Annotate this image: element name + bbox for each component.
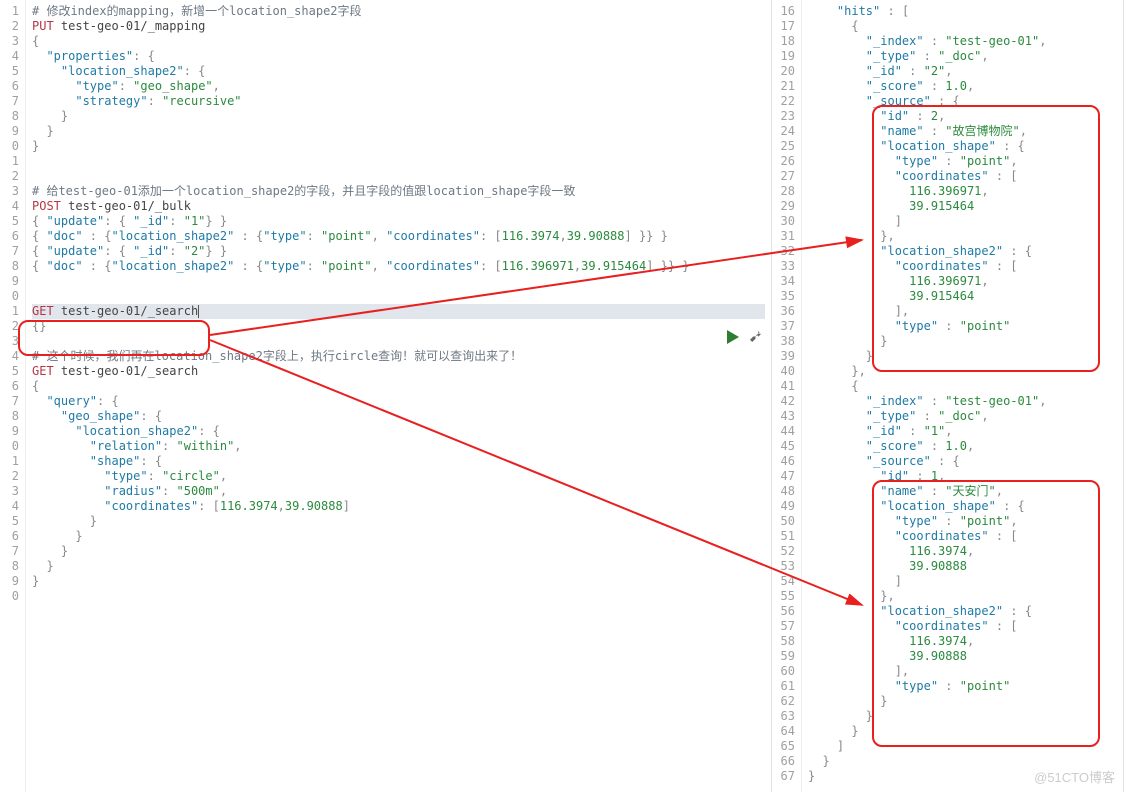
wrench-icon[interactable]	[749, 330, 763, 347]
code-line[interactable]: },	[808, 589, 1117, 604]
code-line[interactable]: 116.396971,	[808, 274, 1117, 289]
code-line[interactable]: "coordinates" : [	[808, 259, 1117, 274]
code-line[interactable]: 39.90888	[808, 649, 1117, 664]
code-line[interactable]	[32, 289, 765, 304]
code-line[interactable]: 116.3974,	[808, 544, 1117, 559]
code-line[interactable]	[32, 274, 765, 289]
code-line[interactable]: }	[32, 139, 765, 154]
code-line[interactable]: "name" : "故宫博物院",	[808, 124, 1117, 139]
code-line[interactable]: ]	[808, 214, 1117, 229]
code-line[interactable]: "location_shape2" : {	[808, 604, 1117, 619]
code-line[interactable]: ]	[808, 739, 1117, 754]
code-line[interactable]: POST test-geo-01/_bulk	[32, 199, 765, 214]
code-line[interactable]: }	[808, 334, 1117, 349]
code-line[interactable]: }	[808, 694, 1117, 709]
code-line[interactable]: "type" : "point",	[808, 514, 1117, 529]
code-line[interactable]	[32, 334, 765, 349]
code-line[interactable]: 39.915464	[808, 199, 1117, 214]
code-line[interactable]: "_source" : {	[808, 94, 1117, 109]
code-line[interactable]: },	[808, 364, 1117, 379]
code-line[interactable]: ],	[808, 304, 1117, 319]
code-line[interactable]: "location_shape" : {	[808, 499, 1117, 514]
code-line[interactable]: "_id" : "1",	[808, 424, 1117, 439]
code-line[interactable]: }	[32, 544, 765, 559]
code-line[interactable]	[32, 154, 765, 169]
code-line[interactable]: 116.396971,	[808, 184, 1117, 199]
code-line[interactable]: }	[32, 529, 765, 544]
code-line[interactable]: "coordinates": [116.3974,39.90888]	[32, 499, 765, 514]
code-line[interactable]: { "update": { "_id": "2"} }	[32, 244, 765, 259]
code-line[interactable]: 39.915464	[808, 289, 1117, 304]
code-line[interactable]: "_score" : 1.0,	[808, 79, 1117, 94]
code-line[interactable]: "_index" : "test-geo-01",	[808, 34, 1117, 49]
code-line[interactable]: }	[808, 709, 1117, 724]
code-line[interactable]: "_index" : "test-geo-01",	[808, 394, 1117, 409]
code-line[interactable]: }	[32, 514, 765, 529]
code-line[interactable]: {	[32, 34, 765, 49]
code-line[interactable]: ],	[808, 664, 1117, 679]
left-code-area[interactable]: # 修改index的mapping，新增一个location_shape2字段P…	[26, 0, 771, 792]
code-line[interactable]: "coordinates" : [	[808, 529, 1117, 544]
code-line[interactable]: }	[32, 124, 765, 139]
code-line[interactable]: "_type" : "_doc",	[808, 409, 1117, 424]
code-line[interactable]: {}	[32, 319, 765, 334]
code-line[interactable]: "id" : 1,	[808, 469, 1117, 484]
response-pane[interactable]: 1617181920212223242526272829303132333435…	[772, 0, 1124, 792]
code-line[interactable]: "location_shape2" : {	[808, 244, 1117, 259]
code-line[interactable]: { "doc" : {"location_shape2" : {"type": …	[32, 229, 765, 244]
code-line[interactable]: # 给test-geo-01添加一个location_shape2的字段，并且字…	[32, 184, 765, 199]
code-line[interactable]: # 这个时候，我们再在location_shape2字段上，执行circle查询…	[32, 349, 765, 364]
code-line[interactable]: "location_shape2": {	[32, 64, 765, 79]
code-line[interactable]: GET test-geo-01/_search	[32, 304, 765, 319]
code-line[interactable]: "coordinates" : [	[808, 169, 1117, 184]
code-line[interactable]: "coordinates" : [	[808, 619, 1117, 634]
code-line[interactable]: "shape": {	[32, 454, 765, 469]
run-icon[interactable]	[727, 330, 739, 347]
code-line[interactable]: { "update": { "_id": "1"} }	[32, 214, 765, 229]
request-editor-pane[interactable]: 1234567890123456789012345678901234567890…	[0, 0, 772, 792]
code-line[interactable]: }	[808, 724, 1117, 739]
code-line[interactable]: }	[32, 109, 765, 124]
code-line[interactable]: 116.3974,	[808, 634, 1117, 649]
code-line[interactable]: }	[32, 559, 765, 574]
code-line[interactable]: "_id" : "2",	[808, 64, 1117, 79]
code-line[interactable]: "location_shape2": {	[32, 424, 765, 439]
code-line[interactable]	[32, 169, 765, 184]
code-line[interactable]: ]	[808, 574, 1117, 589]
code-line[interactable]: "_score" : 1.0,	[808, 439, 1117, 454]
code-line[interactable]: {	[808, 19, 1117, 34]
code-line[interactable]: PUT test-geo-01/_mapping	[32, 19, 765, 34]
code-line[interactable]: # 修改index的mapping，新增一个location_shape2字段	[32, 4, 765, 19]
right-line-gutter: 1617181920212223242526272829303132333435…	[772, 0, 802, 792]
code-line[interactable]: "hits" : [	[808, 4, 1117, 19]
code-line[interactable]: "strategy": "recursive"	[32, 94, 765, 109]
code-line[interactable]: "geo_shape": {	[32, 409, 765, 424]
code-line[interactable]: "_source" : {	[808, 454, 1117, 469]
code-line[interactable]: },	[808, 229, 1117, 244]
code-line[interactable]: "type" : "point"	[808, 319, 1117, 334]
code-line[interactable]: { "doc" : {"location_shape2" : {"type": …	[32, 259, 765, 274]
code-line[interactable]: "relation": "within",	[32, 439, 765, 454]
right-code-area: "hits" : [ { "_index" : "test-geo-01", "…	[802, 0, 1123, 792]
code-line[interactable]: }	[32, 574, 765, 589]
code-line[interactable]: "id" : 2,	[808, 109, 1117, 124]
code-line[interactable]: "type": "circle",	[32, 469, 765, 484]
code-line[interactable]	[32, 589, 765, 604]
code-line[interactable]: "query": {	[32, 394, 765, 409]
code-line[interactable]: "name" : "天安门",	[808, 484, 1117, 499]
code-line[interactable]: {	[32, 379, 765, 394]
code-line[interactable]: {	[808, 379, 1117, 394]
code-line[interactable]: "_type" : "_doc",	[808, 49, 1117, 64]
code-line[interactable]: "radius": "500m",	[32, 484, 765, 499]
code-line[interactable]: "properties": {	[32, 49, 765, 64]
code-line[interactable]: "type" : "point",	[808, 154, 1117, 169]
code-line[interactable]: "location_shape" : {	[808, 139, 1117, 154]
code-line[interactable]: 39.90888	[808, 559, 1117, 574]
code-line[interactable]: "type": "geo_shape",	[32, 79, 765, 94]
code-line[interactable]: }	[808, 349, 1117, 364]
code-line[interactable]: GET test-geo-01/_search	[32, 364, 765, 379]
watermark: @51CTO博客	[1034, 767, 1115, 786]
code-line[interactable]: "type" : "point"	[808, 679, 1117, 694]
left-line-gutter: 1234567890123456789012345678901234567890	[0, 0, 26, 792]
